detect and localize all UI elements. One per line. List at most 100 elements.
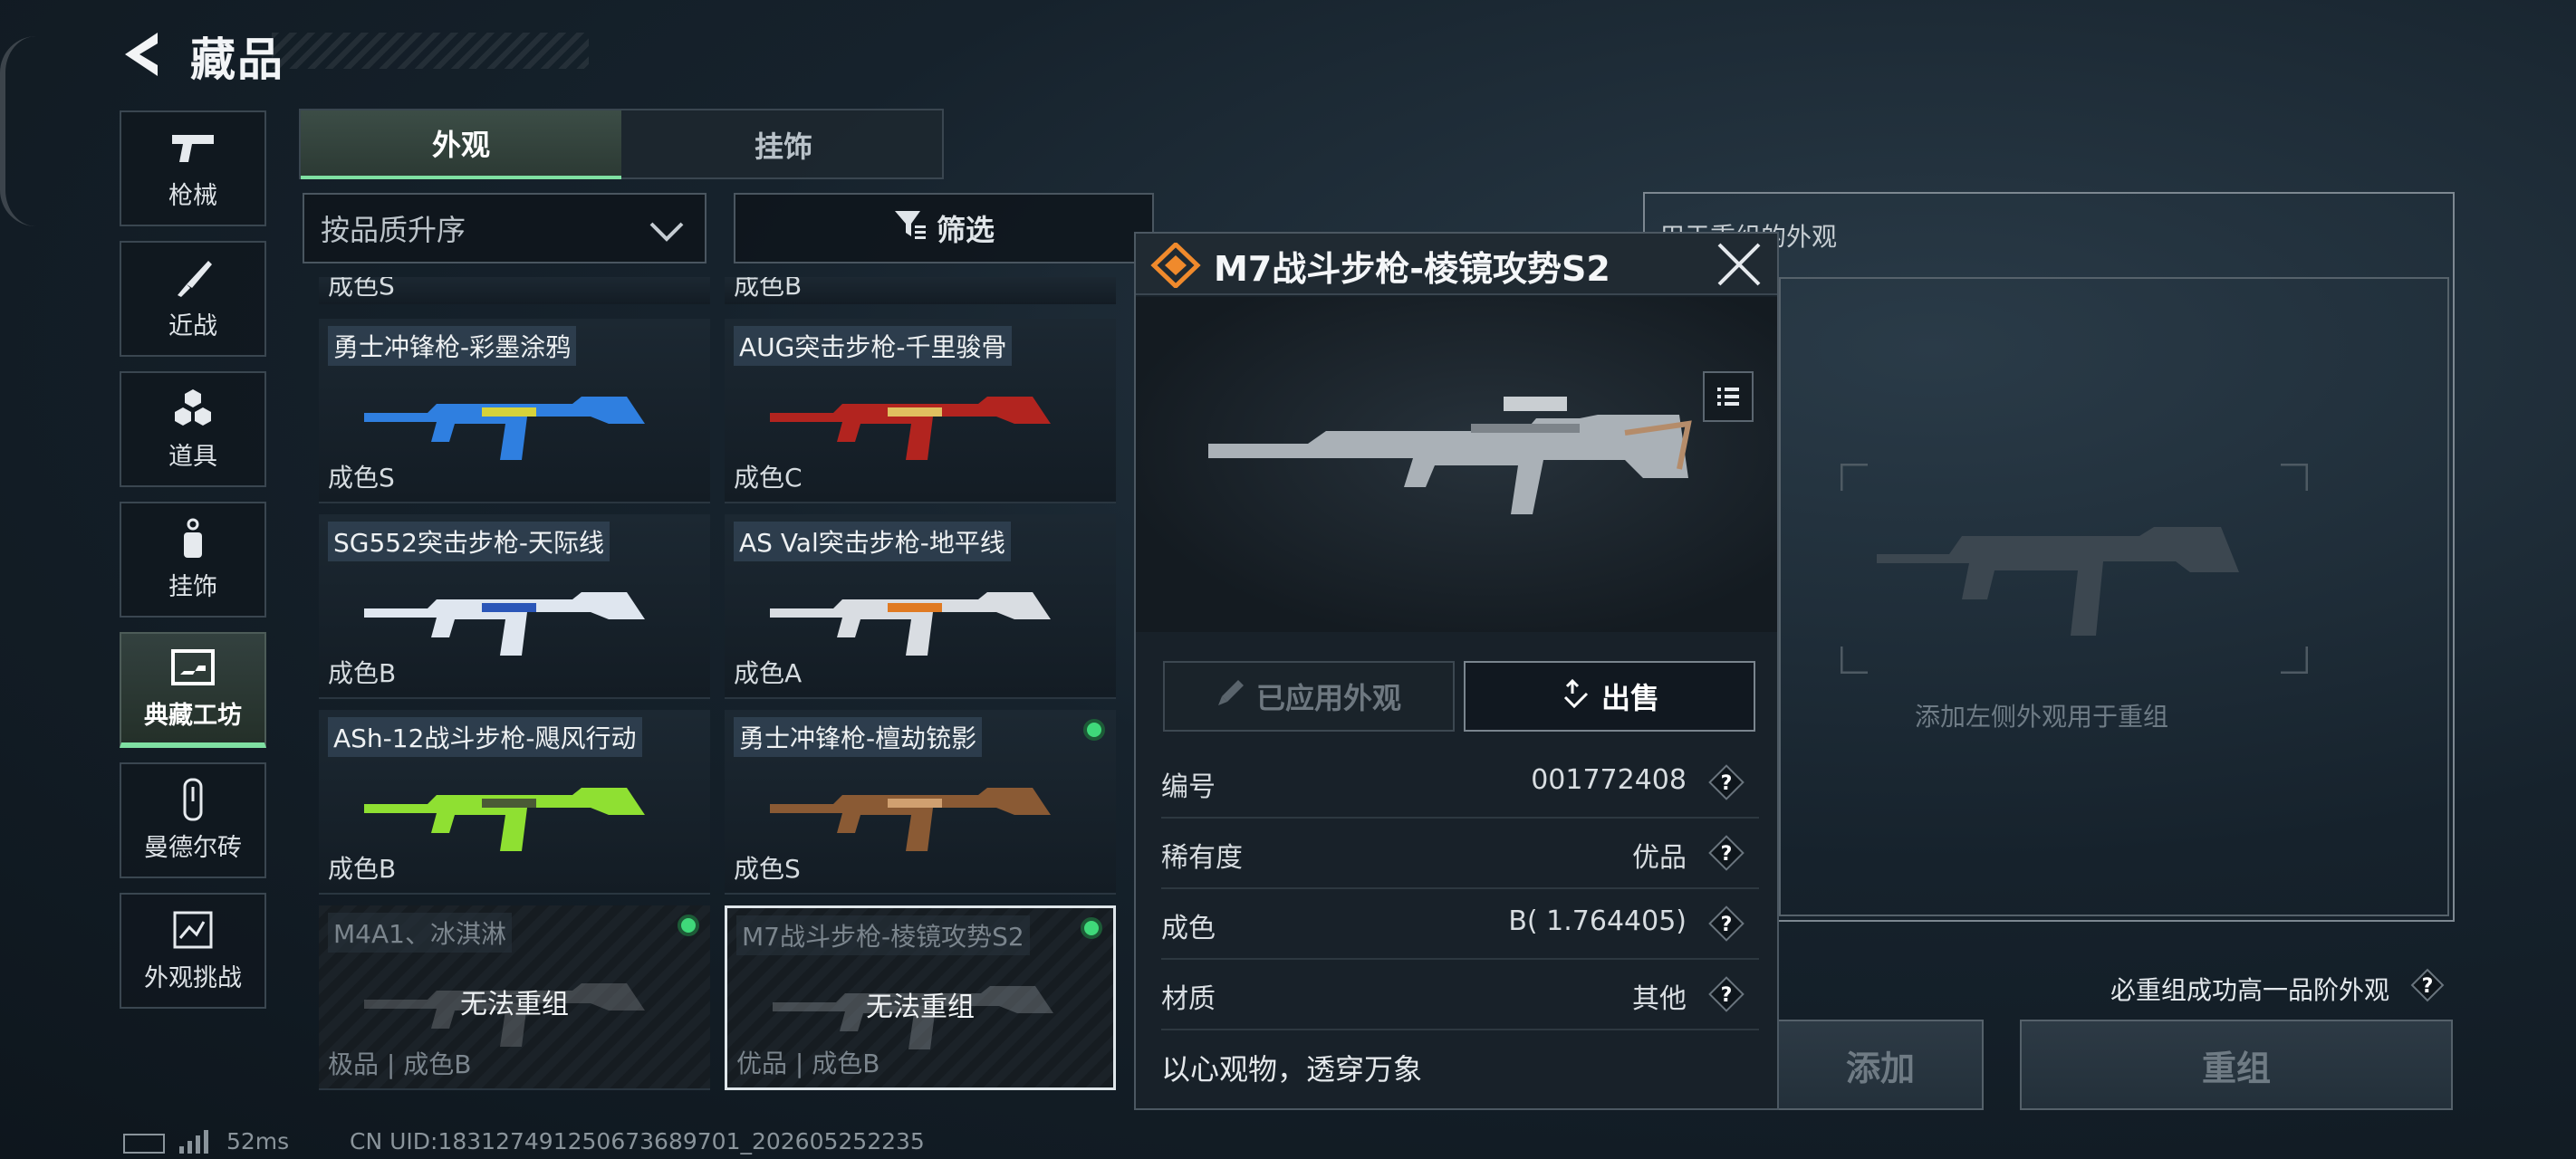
- rifle-image: [1208, 397, 1692, 514]
- sort-dropdown[interactable]: 按品质升序: [303, 193, 706, 263]
- tab-charms[interactable]: 挂饰: [623, 110, 944, 179]
- card-name: ASh-12战斗步枪-飓风行动: [328, 717, 642, 757]
- attr-row-serial: 编号 001772408 ?: [1161, 748, 1759, 819]
- attr-value: 001772408: [1531, 764, 1687, 796]
- filter-label: 筛选: [936, 213, 995, 247]
- page-title: 藏品: [190, 34, 284, 86]
- svg-text:?: ?: [1721, 843, 1733, 866]
- card-name: AUG突击步枪-千里骏骨: [734, 326, 1013, 366]
- applied-skin-button[interactable]: 已应用外观: [1163, 661, 1455, 732]
- attr-key: 稀有度: [1161, 842, 1243, 874]
- attr-row-material: 材质 其他 ?: [1161, 960, 1759, 1030]
- card-name: SG552突击步枪-天际线: [328, 522, 610, 561]
- card-footer: 成色B: [328, 854, 397, 884]
- card-footer: 成色C: [734, 463, 803, 493]
- edge-decoration: [0, 36, 36, 226]
- attr-key: 材质: [1161, 983, 1216, 1015]
- sell-icon: [1560, 677, 1591, 715]
- nav-item-firearms[interactable]: 枪械: [120, 110, 266, 226]
- nav-label: 道具: [168, 442, 217, 471]
- skin-card[interactable]: SG552突击步枪-天际线 成色B: [319, 514, 710, 699]
- attr-row-wear: 成色 B( 1.764405) ?: [1161, 889, 1759, 960]
- skin-card-selected[interactable]: M7战斗步枪-棱镜攻势S2 无法重组 优品 | 成色B: [725, 905, 1116, 1090]
- attr-row-rarity: 稀有度 优品 ?: [1161, 819, 1759, 889]
- add-button[interactable]: 添加: [1777, 1020, 1984, 1110]
- sell-label: 出售: [1600, 681, 1659, 715]
- charm-icon: [169, 518, 216, 560]
- list-icon[interactable]: [1703, 371, 1754, 422]
- signal-icon: [178, 1130, 214, 1154]
- card-footer: 成色S: [328, 463, 395, 493]
- svg-text:?: ?: [2422, 975, 2434, 998]
- partial-card[interactable]: 成色B: [725, 277, 1116, 304]
- card-footer: 优品 | 成色B: [736, 1049, 880, 1078]
- workshop-icon: [169, 647, 216, 688]
- nav-item-charms[interactable]: 挂饰: [120, 502, 266, 618]
- recombine-hint: 添加左侧外观用于重组: [1915, 702, 2169, 732]
- rifle-image: [364, 397, 645, 460]
- close-icon[interactable]: [1714, 239, 1764, 290]
- nav-label: 曼德尔砖: [144, 833, 242, 862]
- svg-text:?: ?: [1721, 772, 1733, 795]
- card-footer: 极品 | 成色B: [328, 1049, 472, 1079]
- skin-quote: 以心观物，透穿万象: [1161, 1052, 1423, 1087]
- card-name: M7战斗步枪-棱镜攻势S2: [736, 915, 1030, 955]
- help-icon[interactable]: ?: [1706, 833, 1746, 873]
- skin-grid: 成色S 成色B 勇士冲锋枪-彩墨涂鸦 成色S AUG突击步枪-千里骏骨 成色C …: [319, 277, 1121, 1096]
- skin-card[interactable]: 勇士冲锋枪-彩墨涂鸦 成色S: [319, 319, 710, 503]
- rifle-image: [770, 592, 1051, 656]
- attr-value: 优品: [1632, 842, 1687, 874]
- card-name: M4A1、冰淇淋: [328, 913, 512, 953]
- quality-logo-icon: [1150, 241, 1201, 290]
- attr-key: 编号: [1161, 771, 1216, 803]
- paint-icon: [1216, 678, 1245, 714]
- skin-card[interactable]: 勇士冲锋枪-檀劫铳影 成色S: [725, 710, 1116, 895]
- card-name: 勇士冲锋枪-彩墨涂鸦: [328, 326, 577, 366]
- card-footer: 成色A: [734, 658, 803, 688]
- grenade-icon: [169, 388, 216, 429]
- tab-appearance[interactable]: 外观: [301, 110, 621, 179]
- nav-item-workshop[interactable]: 典藏工坊: [120, 632, 266, 748]
- sell-button[interactable]: 出售: [1464, 661, 1755, 732]
- popup-title: M7战斗步枪-棱镜攻势S2: [1214, 249, 1610, 289]
- card-name: 勇士冲锋枪-檀劫铳影: [734, 717, 983, 757]
- card-footer: 成色S: [328, 277, 395, 301]
- recombine-button[interactable]: 重组: [2020, 1020, 2453, 1110]
- equipped-indicator: [1083, 719, 1105, 741]
- recombine-note: 必重组成功高一品阶外观: [2110, 975, 2390, 1005]
- nav-item-items[interactable]: 道具: [120, 371, 266, 487]
- sort-value: 按品质升序: [321, 213, 466, 247]
- nav-item-skin-challenge[interactable]: 外观挑战: [120, 893, 266, 1009]
- nav-item-mandel-brick[interactable]: 曼德尔砖: [120, 762, 266, 878]
- pistol-icon: [169, 127, 216, 168]
- popup-header: M7战斗步枪-棱镜攻势S2: [1136, 234, 1777, 295]
- challenge-icon: [169, 909, 216, 951]
- skin-card[interactable]: AS Val突击步枪-地平线 成色A: [725, 514, 1116, 699]
- nav-label: 外观挑战: [144, 963, 242, 992]
- filter-icon: [893, 209, 928, 247]
- help-icon[interactable]: ?: [1706, 974, 1746, 1014]
- rifle-image: [770, 788, 1051, 851]
- attr-value: 其他: [1632, 983, 1687, 1015]
- skin-card[interactable]: M4A1、冰淇淋 无法重组 极品 | 成色B: [319, 905, 710, 1090]
- svg-text:?: ?: [1721, 984, 1733, 1007]
- help-icon[interactable]: ?: [2409, 967, 2446, 1003]
- applied-label: 已应用外观: [1255, 681, 1401, 715]
- partial-card[interactable]: 成色S: [319, 277, 710, 304]
- back-arrow-icon[interactable]: [116, 27, 170, 81]
- card-name: AS Val突击步枪-地平线: [734, 522, 1011, 561]
- help-icon[interactable]: ?: [1706, 762, 1746, 802]
- help-icon[interactable]: ?: [1706, 904, 1746, 943]
- card-footer: 成色B: [328, 658, 397, 688]
- nav-item-melee[interactable]: 近战: [120, 241, 266, 357]
- filter-button[interactable]: 筛选: [734, 193, 1154, 263]
- skin-preview: [1136, 297, 1777, 632]
- knife-icon: [169, 257, 216, 299]
- skin-card[interactable]: AUG突击步枪-千里骏骨 成色C: [725, 319, 1116, 503]
- svg-text:?: ?: [1721, 914, 1733, 936]
- chevron-down-icon: [649, 216, 685, 242]
- rifle-image: [364, 592, 645, 656]
- rifle-image: [364, 788, 645, 851]
- placeholder-rifle-icon: [1841, 464, 2308, 674]
- skin-card[interactable]: ASh-12战斗步枪-飓风行动 成色B: [319, 710, 710, 895]
